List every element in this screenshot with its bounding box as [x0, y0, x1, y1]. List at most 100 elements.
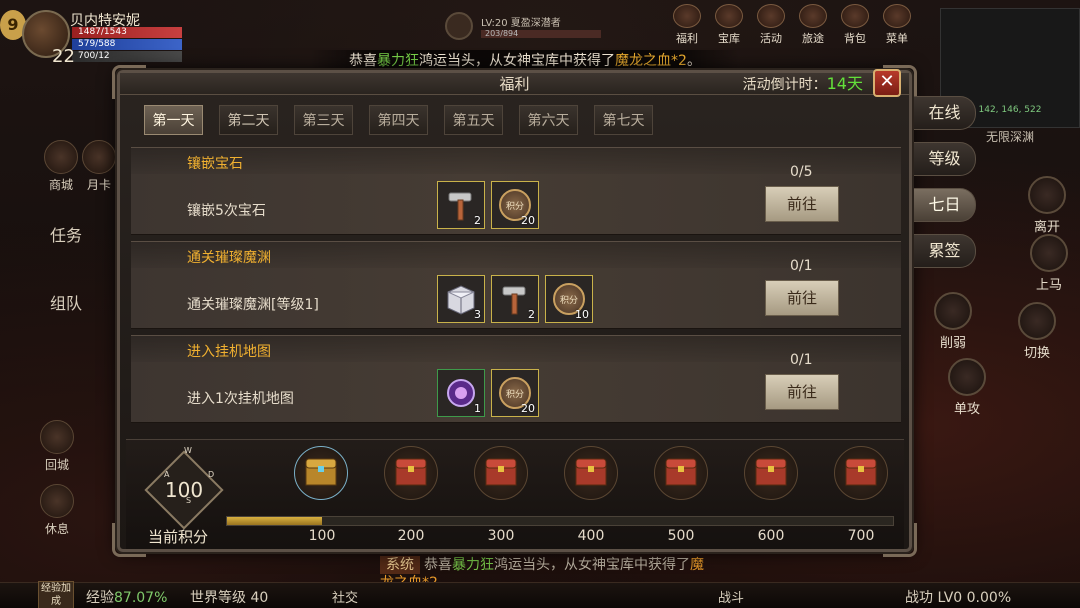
chest-200[interactable] [384, 446, 438, 500]
milestone-label: 500 [667, 528, 695, 544]
side-tab-online[interactable]: 在线 [914, 96, 976, 130]
go-button[interactable]: 前往 [765, 374, 839, 410]
monthly-card-button[interactable]: 月卡 [82, 140, 116, 193]
top-icon-welfare[interactable]: 福利 [670, 4, 704, 48]
compass-w: W [184, 446, 192, 455]
chest-700[interactable] [834, 446, 888, 500]
go-button[interactable]: 前往 [765, 280, 839, 316]
reward-count: 1 [474, 402, 481, 415]
merit-level: 战功 LV0 0.00% [905, 590, 1012, 606]
player-side-number: 22 [52, 46, 75, 67]
chat-channel: 系统 [380, 556, 420, 574]
task-title: 通关璀璨魔渊 [187, 250, 271, 266]
journey-icon [799, 4, 827, 28]
tab-day-6[interactable]: 第六天 [519, 105, 578, 135]
hammer-icon [498, 282, 532, 316]
tab-day-7[interactable]: 第七天 [594, 105, 653, 135]
task-list: 镶嵌宝石 镶嵌5次宝石 2 积分 20 0/5 前往 通关璀璨魔渊 通关璀璨魔渊… [131, 147, 901, 429]
return-city-button[interactable]: 回城 [40, 420, 74, 473]
reward-item[interactable]: 1 [437, 369, 485, 417]
team-tab[interactable]: 组队 [50, 290, 82, 314]
mount-button[interactable]: 上马 [1030, 234, 1068, 293]
leave-button[interactable]: 离开 [1028, 176, 1066, 235]
milestone-label: 100 [308, 528, 336, 544]
reward-item[interactable]: 3 [437, 275, 485, 323]
points-progress-fill [227, 517, 323, 525]
switch-button[interactable]: 切换 [1018, 302, 1056, 361]
day-tabs: 第一天 第二天 第三天 第四天 第五天 第六天 第七天 [144, 105, 653, 135]
exp-bonus-button[interactable]: 经验加成 [38, 581, 74, 608]
announcement-player: 暴力狂 [377, 53, 420, 69]
quest-tab[interactable]: 任务 [50, 222, 82, 246]
side-tabs: 在线 等级 七日 累签 [914, 96, 986, 280]
task-row: 镶嵌宝石 镶嵌5次宝石 2 积分 20 0/5 前往 [131, 147, 901, 235]
task-rewards: 2 积分 20 [437, 181, 539, 229]
task-header [131, 148, 901, 174]
target-icon [445, 12, 473, 40]
xp-bar: 700/12 [72, 51, 182, 62]
shop-button[interactable]: 商城 [44, 140, 78, 193]
chest-100[interactable] [294, 446, 348, 500]
tab-day-1[interactable]: 第一天 [144, 105, 203, 135]
reward-count: 2 [528, 308, 535, 321]
return-city-icon [40, 420, 74, 454]
fight-button[interactable]: 战斗 [718, 587, 744, 606]
mount-icon [1030, 234, 1068, 272]
side-tab-level[interactable]: 等级 [914, 142, 976, 176]
welfare-panel: 福利 活动倒计时：14天 ✕ 第一天 第二天 第三天 第四天 第五天 第六天 第… [112, 65, 917, 557]
task-description: 通关璀璨魔渊[等级1] [187, 297, 319, 313]
go-button[interactable]: 前往 [765, 186, 839, 222]
reward-item[interactable]: 2 [491, 275, 539, 323]
task-progress: 0/1 [790, 352, 813, 368]
task-description: 进入1次挂机地图 [187, 391, 294, 407]
weaken-button[interactable]: 削弱 [934, 292, 972, 351]
purple-orb-icon [444, 376, 478, 410]
reward-item[interactable]: 积分 10 [545, 275, 593, 323]
activity-icon [757, 4, 785, 28]
task-title: 进入挂机地图 [187, 344, 271, 360]
reward-count: 20 [521, 402, 535, 415]
side-tab-seven-day[interactable]: 七日 [914, 188, 976, 222]
world-level: 世界等级 40 [190, 590, 269, 606]
task-rewards: 1 积分 20 [437, 369, 539, 417]
chest-500[interactable] [654, 446, 708, 500]
milestone-label: 700 [847, 528, 875, 544]
compass-a: A [164, 470, 170, 479]
rest-button[interactable]: 休息 [40, 484, 74, 537]
switch-icon [1018, 302, 1056, 340]
bag-icon [841, 4, 869, 28]
reward-item[interactable]: 积分 20 [491, 369, 539, 417]
task-row: 进入挂机地图 进入1次挂机地图 1 积分 20 0/1 前往 [131, 335, 901, 423]
countdown-value: 14天 [826, 74, 863, 93]
announcement-banner: 恭喜暴力狂鸿运当头，从女神宝库中获得了魔龙之血*2。 [310, 50, 740, 72]
reward-item[interactable]: 积分 20 [491, 181, 539, 229]
player-hud: 9 贝内特安妮 1487/1543 579/588 700/12 22 [0, 0, 210, 70]
top-icon-treasury[interactable]: 宝库 [712, 4, 746, 48]
top-icon-journey[interactable]: 旅途 [796, 4, 830, 48]
single-attack-button[interactable]: 单攻 [948, 358, 986, 417]
top-icon-bag[interactable]: 背包 [838, 4, 872, 48]
exp-readout: 经验87.07% [86, 590, 168, 606]
target-hp-bar: 203/894 [481, 30, 601, 38]
top-icon-activity[interactable]: 活动 [754, 4, 788, 48]
tab-day-4[interactable]: 第四天 [369, 105, 428, 135]
top-menu: 福利 宝库 活动 旅途 背包 菜单 [670, 4, 920, 48]
mp-bar: 579/588 [72, 39, 182, 50]
close-button[interactable]: ✕ [873, 69, 901, 97]
chest-300[interactable] [474, 446, 528, 500]
side-tab-sign-in[interactable]: 累签 [914, 234, 976, 268]
tab-day-2[interactable]: 第二天 [219, 105, 278, 135]
social-button[interactable]: 社交 [332, 587, 358, 606]
tab-day-3[interactable]: 第三天 [294, 105, 353, 135]
chest-600[interactable] [744, 446, 798, 500]
points-section: 100 W A D S 当前积分 100 200 300 400 500 600… [126, 439, 904, 549]
chest-400[interactable] [564, 446, 618, 500]
close-icon: ✕ [879, 71, 895, 92]
reward-item[interactable]: 2 [437, 181, 485, 229]
task-progress: 0/1 [790, 258, 813, 274]
task-rewards: 3 2 积分 10 [437, 275, 593, 323]
target-frame[interactable]: LV:20 夏盈深潜者 203/894 [445, 12, 615, 42]
top-icon-menu[interactable]: 菜单 [880, 4, 914, 48]
bottom-status-bar: 经验加成 经验87.07% 世界等级 40 社交 战斗 战功 LV0 0.00% [0, 581, 1080, 608]
tab-day-5[interactable]: 第五天 [444, 105, 503, 135]
